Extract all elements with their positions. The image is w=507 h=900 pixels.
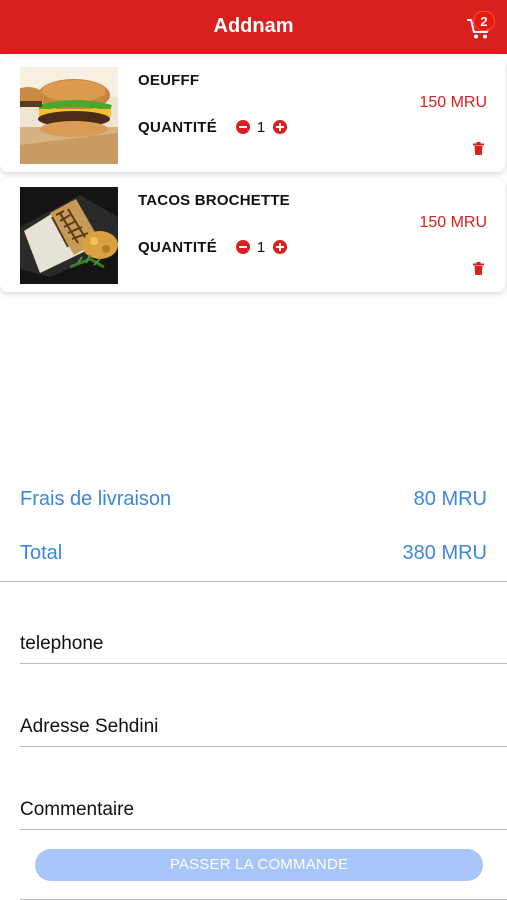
minus-icon <box>239 246 247 248</box>
quantity-value: 1 <box>256 239 266 256</box>
cart-count-badge: 2 <box>473 11 495 31</box>
quantity-value: 1 <box>256 119 266 136</box>
quantity-label: QUANTITÉ <box>138 119 218 136</box>
cart-item-card: OEUFFF 150 MRU QUANTITÉ 1 <box>0 58 505 172</box>
delivery-fee-value: 80 MRU <box>413 488 487 510</box>
quantity-increase-button[interactable] <box>273 240 287 254</box>
total-value: 380 MRU <box>402 542 487 564</box>
total-label: Total <box>20 542 63 564</box>
phone-input[interactable] <box>20 624 507 664</box>
quantity-decrease-button[interactable] <box>236 240 250 254</box>
trash-icon[interactable] <box>473 262 484 275</box>
minus-icon <box>239 126 247 128</box>
app-title: Addnam <box>213 15 294 37</box>
product-name: TACOS BROCHETTE <box>138 192 290 209</box>
delivery-fee-row: Frais de livraison 80 MRU <box>20 488 487 514</box>
cart-item-card: TACOS BROCHETTE 150 MRU QUANTITÉ 1 <box>0 178 505 292</box>
burger-image <box>20 67 118 164</box>
address-input[interactable] <box>20 707 507 747</box>
trash-icon[interactable] <box>473 142 484 155</box>
divider <box>0 581 507 582</box>
product-price: 150 MRU <box>419 214 487 231</box>
total-row: Total 380 MRU <box>20 542 487 568</box>
place-order-button[interactable]: PASSER LA COMMANDE <box>35 849 483 881</box>
quantity-increase-button[interactable] <box>273 120 287 134</box>
product-name: OEUFFF <box>138 72 200 89</box>
app-header: Addnam 2 <box>0 0 507 54</box>
tacos-image <box>20 187 118 284</box>
comment-input[interactable] <box>20 790 507 830</box>
quantity-label: QUANTITÉ <box>138 239 218 256</box>
quantity-decrease-button[interactable] <box>236 120 250 134</box>
product-price: 150 MRU <box>419 94 487 111</box>
delivery-fee-label: Frais de livraison <box>20 488 172 510</box>
